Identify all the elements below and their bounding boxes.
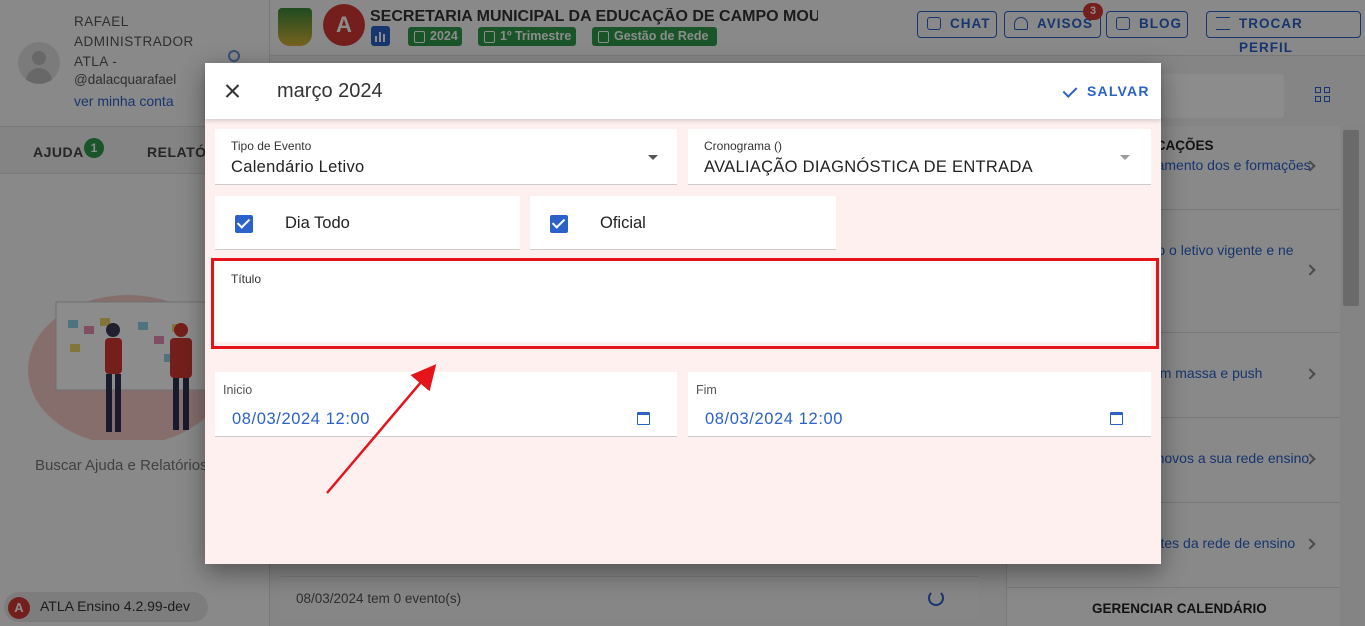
- end-value: 08/03/2024 12:00: [705, 410, 844, 428]
- event-type-value: Calendário Letivo: [231, 158, 365, 176]
- checkbox-checked-icon[interactable]: [550, 215, 568, 233]
- dialog-title: março 2024: [277, 80, 383, 102]
- dialog-header: março 2024 SALVAR: [205, 63, 1161, 119]
- start-label: Inicio: [223, 383, 253, 397]
- start-value: 08/03/2024 12:00: [232, 410, 371, 428]
- check-icon: [1062, 83, 1078, 98]
- save-button[interactable]: SALVAR: [1061, 80, 1150, 102]
- checkbox-checked-icon[interactable]: [235, 215, 253, 233]
- save-label: SALVAR: [1087, 83, 1150, 99]
- start-date-field[interactable]: Inicio 08/03/2024 12:00: [215, 372, 677, 437]
- all-day-checkbox[interactable]: Dia Todo: [215, 196, 520, 250]
- close-icon[interactable]: [221, 79, 245, 103]
- all-day-label: Dia Todo: [285, 214, 350, 232]
- chevron-down-icon: [648, 155, 658, 160]
- chevron-down-icon: [1120, 155, 1130, 160]
- official-label: Oficial: [600, 214, 646, 232]
- end-date-field[interactable]: Fim 08/03/2024 12:00: [688, 372, 1151, 437]
- calendar-icon[interactable]: [637, 412, 650, 425]
- official-checkbox[interactable]: Oficial: [530, 196, 836, 250]
- highlight-box: [211, 258, 1159, 349]
- event-type-label: Tipo de Evento: [231, 139, 312, 153]
- schedule-value: AVALIAÇÃO DIAGNÓSTICA DE ENTRADA: [704, 158, 1033, 176]
- end-label: Fim: [696, 383, 717, 397]
- schedule-select[interactable]: Cronograma () AVALIAÇÃO DIAGNÓSTICA DE E…: [688, 129, 1151, 185]
- schedule-label: Cronograma (): [704, 139, 783, 153]
- calendar-icon[interactable]: [1110, 412, 1123, 425]
- event-type-select[interactable]: Tipo de Evento Calendário Letivo: [215, 129, 677, 185]
